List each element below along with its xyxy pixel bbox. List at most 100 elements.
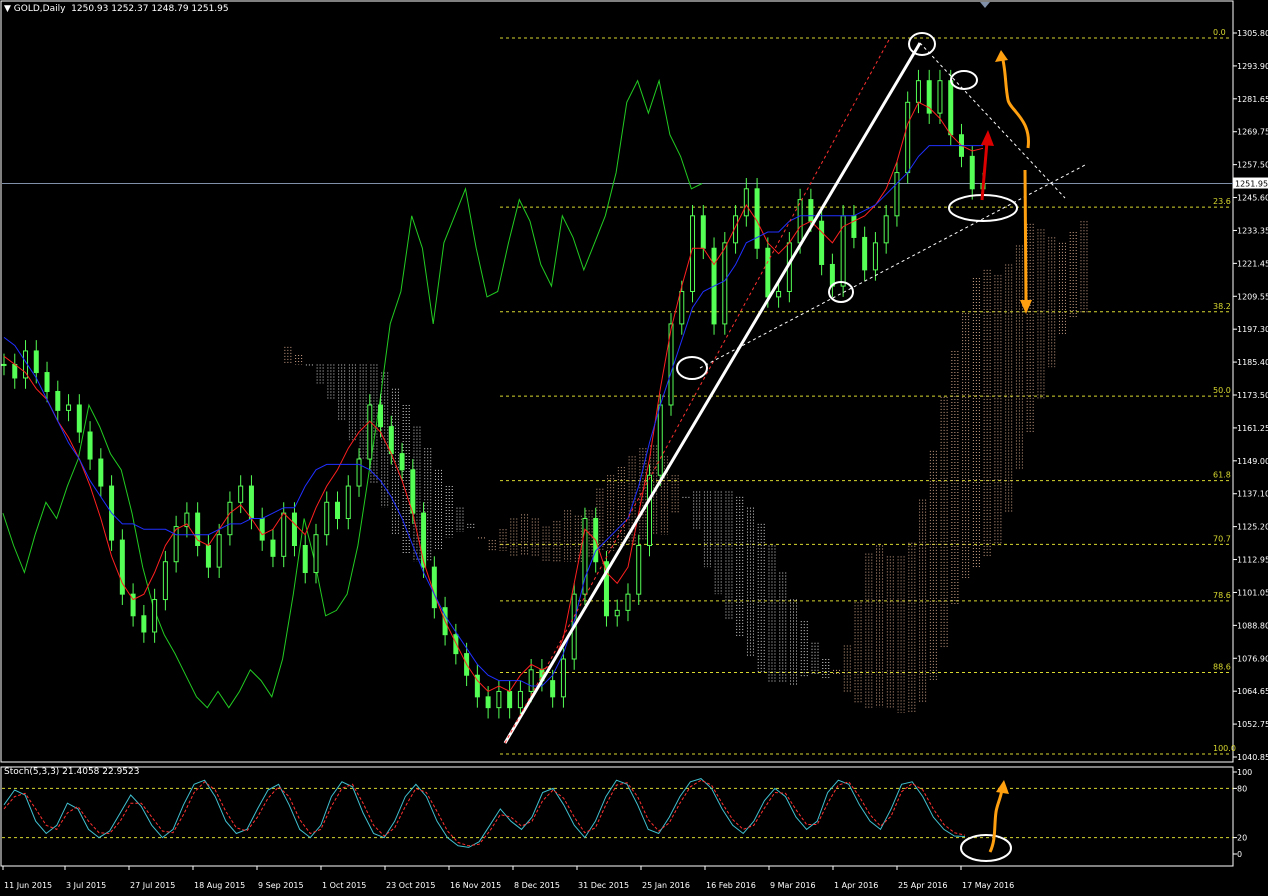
y-tick-label: 1197.30 (1237, 325, 1268, 334)
fib-level-label: 88.6 (1213, 663, 1231, 672)
fib-level-label: 0.0 (1213, 28, 1226, 37)
y-tick-label: 1185.40 (1237, 358, 1268, 367)
candle-body (281, 512, 287, 557)
x-tick-label: 8 Dec 2015 (514, 881, 560, 890)
candle-body (496, 690, 502, 709)
candle-body (560, 658, 566, 698)
fib-level-label: 70.7 (1213, 534, 1231, 543)
candle-body (324, 501, 330, 536)
candle-body (485, 696, 491, 709)
y-tick-label: 1269.75 (1237, 128, 1268, 137)
red-arrow-up-head (981, 130, 994, 146)
candle-body (937, 80, 943, 114)
orange-arrow-up-head (995, 50, 1008, 62)
chart-header: ▼ GOLD,Daily 1250.93 1252.37 1248.79 125… (4, 4, 229, 14)
candle-body (883, 215, 889, 244)
candle-body (722, 242, 728, 325)
candle-body (259, 517, 265, 541)
stoch-tick-label: 100 (1237, 768, 1252, 777)
stoch-orange-arrow (988, 789, 1004, 853)
circle-marker (676, 356, 708, 380)
y-tick-label: 1149.00 (1237, 457, 1268, 466)
candle-body (625, 593, 631, 611)
x-tick-label: 16 Feb 2016 (706, 881, 756, 890)
fib-level-label: 100.0 (1213, 744, 1236, 753)
candle-body (862, 236, 868, 271)
fib-level-label: 50.0 (1213, 386, 1231, 395)
ohlc-values: 1250.93 1252.37 1248.79 1251.95 (71, 4, 229, 14)
candle-body (87, 431, 93, 460)
y-tick-label: 1040.85 (1237, 753, 1268, 762)
y-tick-label: 1221.45 (1237, 259, 1268, 268)
candle-body (335, 501, 341, 519)
candle-body (302, 545, 308, 574)
candle-body (270, 539, 276, 557)
candle-body (743, 188, 749, 217)
candle-body (797, 199, 803, 244)
y-tick-label: 1052.75 (1237, 720, 1268, 729)
stoch-circle-marker (960, 834, 1012, 862)
candle-body (291, 512, 297, 547)
y-tick-label: 1293.90 (1237, 62, 1268, 71)
candle-body (388, 426, 394, 455)
x-tick-label: 11 Jun 2015 (4, 881, 52, 890)
candle-body (227, 501, 233, 536)
y-tick-label: 1125.20 (1237, 523, 1268, 532)
candle-body (98, 458, 104, 487)
candle-body (141, 615, 147, 633)
y-tick-label: 1101.05 (1237, 588, 1268, 597)
y-tick-label: 1257.50 (1237, 161, 1268, 170)
candle-body (76, 404, 82, 433)
x-tick-label: 23 Oct 2015 (386, 881, 435, 890)
candle-body (162, 561, 168, 601)
x-tick-label: 1 Oct 2015 (322, 881, 366, 890)
x-tick-label: 1 Apr 2016 (834, 881, 878, 890)
candle-body (410, 469, 416, 514)
candle-body (915, 80, 921, 103)
kumo-cloud (284, 221, 1088, 714)
candle-body (345, 485, 351, 519)
stoch-tick-label: 0 (1237, 850, 1242, 859)
candle-body (216, 534, 222, 568)
candle-body (453, 634, 459, 655)
trading-chart: 1305.80 1293.90 1281.65 1269.75 1257.50 1245.… (0, 0, 1268, 890)
dropdown-triangle-icon[interactable]: ▼ (4, 4, 11, 14)
channel-line (504, 37, 891, 744)
y-tick-label: 1064.65 (1237, 687, 1268, 696)
orange-arrow-up (1000, 55, 1030, 149)
x-tick-label: 25 Jan 2016 (642, 881, 690, 890)
candle-body (776, 290, 782, 298)
candle-body (894, 172, 900, 217)
current-price-label: 1251.95 (1235, 180, 1268, 189)
candle-body (248, 485, 254, 519)
stoch-tick-label: 80 (1237, 784, 1247, 793)
kijun-line (3, 145, 983, 687)
candle-body (819, 220, 825, 265)
candle-body (636, 545, 642, 595)
candle-body (1, 363, 7, 366)
candle-body (808, 199, 814, 222)
x-tick-label: 17 May 2016 (962, 881, 1014, 890)
trend-line (503, 42, 922, 744)
candle-body (356, 458, 362, 487)
stoch-panel-frame (0, 766, 1234, 867)
stoch-header: Stoch(5,3,3) 21.4058 22.9523 (4, 767, 140, 777)
candle-body (517, 690, 523, 709)
candle-body (851, 215, 857, 238)
candle-body (646, 474, 652, 547)
candle-body (679, 290, 685, 325)
chikou-line (2, 78, 703, 709)
x-tick-label: 18 Aug 2015 (194, 881, 245, 890)
fib-level-label: 61.8 (1213, 471, 1231, 480)
stoch-signal-line (3, 779, 966, 847)
y-tick-label: 1281.65 (1237, 95, 1268, 104)
candle-body (948, 80, 954, 136)
candle-body (550, 680, 556, 698)
candle-body (421, 512, 427, 568)
x-tick-label: 27 Jul 2015 (130, 881, 175, 890)
candle-body (872, 242, 878, 271)
stoch-tick-label: 20 (1237, 834, 1247, 843)
x-tick-label: 25 Apr 2016 (898, 881, 947, 890)
candle-body (66, 404, 72, 411)
y-tick-label: 1209.55 (1237, 292, 1268, 301)
